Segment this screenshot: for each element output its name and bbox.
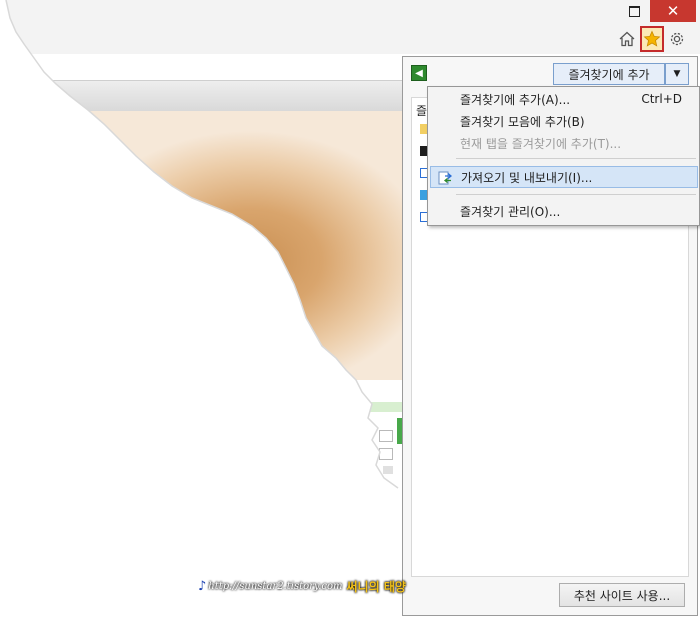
- menu-item-add-to-favorites-bar[interactable]: 즐겨찾기 모음에 추가(B): [430, 110, 698, 132]
- music-note-icon: ♪: [198, 578, 207, 594]
- title-bar: ✕: [0, 0, 700, 26]
- thumbnail-banner: [357, 402, 403, 412]
- menu-item-label: 가져오기 및 내보내기(I)...: [461, 170, 593, 185]
- menu-item-add-to-favorites[interactable]: 즐겨찾기에 추가(A)... Ctrl+D: [430, 88, 698, 110]
- pin-panel-icon[interactable]: ◀: [411, 65, 427, 81]
- thumbnail-box: [379, 448, 393, 460]
- menu-item-label: 즐겨찾기 모음에 추가(B): [460, 114, 585, 129]
- favorites-tab-label[interactable]: 즐: [416, 102, 427, 119]
- favorites-star-icon[interactable]: [640, 26, 664, 52]
- add-favorites-dropdown-menu: 즐겨찾기에 추가(A)... Ctrl+D 즐겨찾기 모음에 추가(B) 현재 …: [427, 86, 700, 226]
- menu-item-import-export[interactable]: 가져오기 및 내보내기(I)...: [430, 166, 698, 188]
- menu-item-shortcut: Ctrl+D: [641, 92, 682, 106]
- add-to-favorites-button[interactable]: 즐겨찾기에 추가: [553, 63, 665, 85]
- menu-item-label: 즐겨찾기에 추가(A)...: [460, 92, 571, 107]
- home-icon[interactable]: [616, 28, 638, 50]
- chevron-down-icon[interactable]: ▼: [665, 63, 689, 85]
- watermark: ♪ http://sunstar2.tistory.com 써니의 태양: [198, 578, 406, 594]
- menu-divider: [456, 158, 696, 159]
- watermark-url: http://sunstar2.tistory.com: [208, 580, 343, 592]
- menu-item-label: 현재 탭을 즐겨찾기에 추가(T)...: [460, 136, 622, 151]
- menu-item-organize-favorites[interactable]: 즐겨찾기 관리(O)...: [430, 200, 698, 222]
- suggested-sites-button[interactable]: 추천 사이트 사용...: [559, 583, 685, 607]
- close-button[interactable]: ✕: [650, 0, 696, 22]
- thumbnail-box: [379, 430, 393, 442]
- browser-toolbar: [0, 26, 700, 54]
- menu-item-add-current-tabs: 현재 탭을 즐겨찾기에 추가(T)...: [430, 132, 698, 154]
- restore-icon: [628, 5, 640, 17]
- restore-button[interactable]: [620, 0, 648, 22]
- menu-divider: [456, 194, 696, 195]
- gear-icon[interactable]: [666, 28, 688, 50]
- page-content-image: [0, 111, 402, 381]
- menu-item-label: 즐겨찾기 관리(O)...: [460, 204, 561, 219]
- import-export-icon: [437, 170, 453, 186]
- thumbnail-box: [383, 466, 393, 474]
- page-thumbnail: [356, 380, 403, 495]
- watermark-name: 써니의 태양: [346, 579, 406, 594]
- tab-strip: [0, 80, 402, 112]
